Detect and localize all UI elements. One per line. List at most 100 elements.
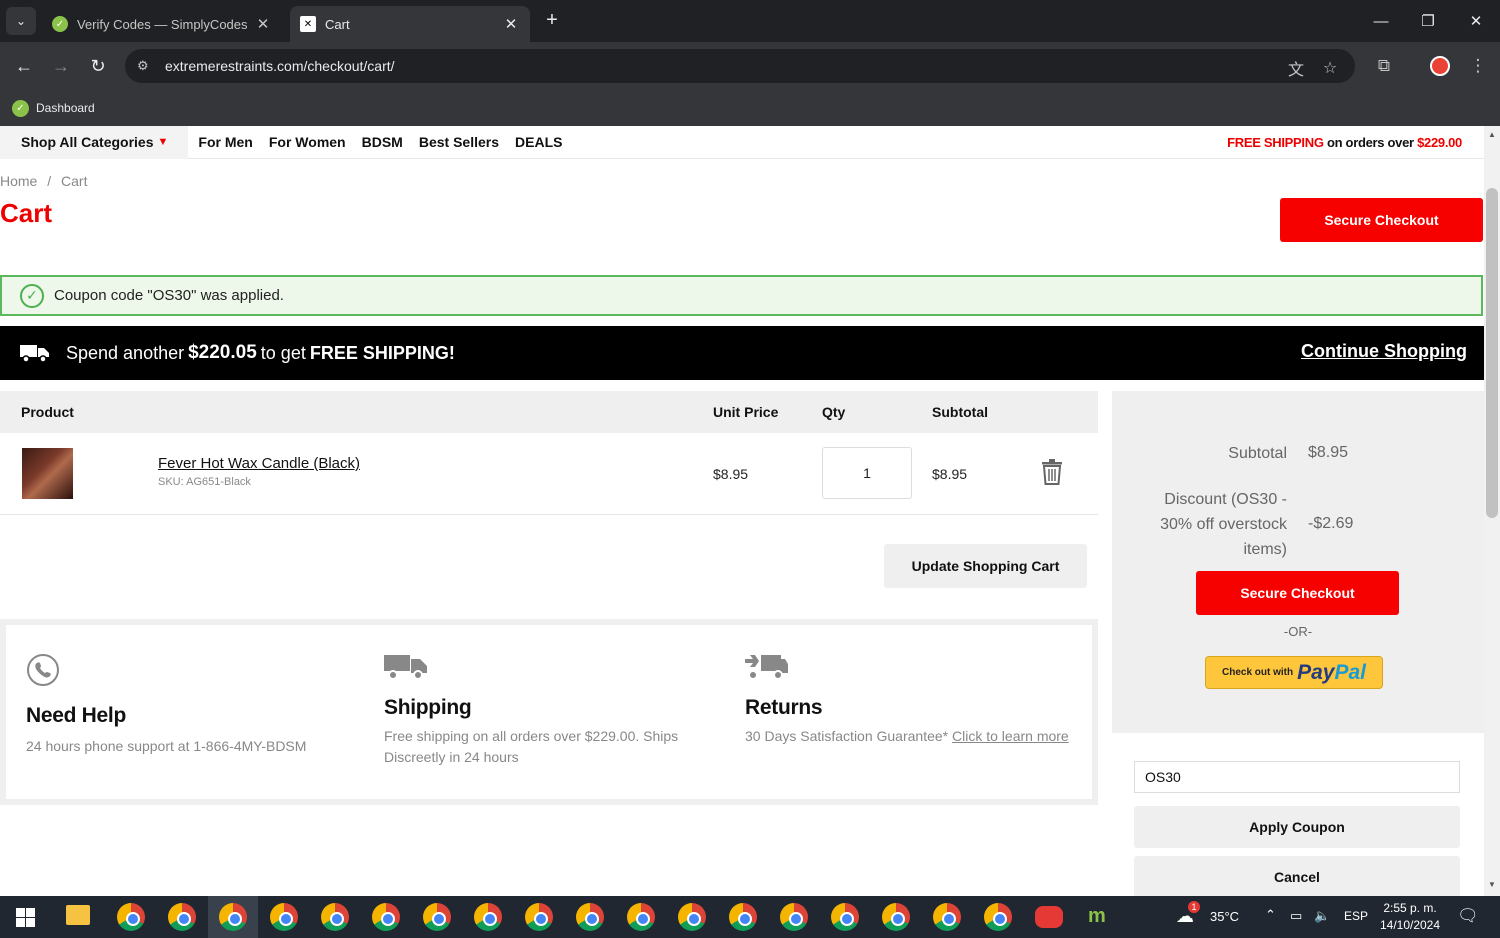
tab-search-button[interactable]: ⌄ <box>6 7 36 35</box>
shipping-text-line2: Discreetly in 24 hours <box>384 749 519 765</box>
chrome-profile-icon[interactable] <box>423 903 451 931</box>
returns-guarantee: 30 Days Satisfaction Guarantee* <box>745 728 949 744</box>
tab-title: Cart <box>325 16 350 32</box>
order-summary: Subtotal $8.95 Discount (OS30 - 30% off … <box>1112 391 1484 733</box>
page-scrollbar[interactable]: ▲ ▼ <box>1484 126 1500 896</box>
minimize-button[interactable]: — <box>1358 0 1404 42</box>
bookmark-dashboard[interactable]: Dashboard <box>36 101 95 115</box>
apply-coupon-button[interactable]: Apply Coupon <box>1134 806 1460 848</box>
secure-checkout-button-side[interactable]: Secure Checkout <box>1196 571 1399 615</box>
cancel-coupon-button[interactable]: Cancel <box>1134 856 1460 896</box>
app-red-icon[interactable] <box>1035 906 1063 928</box>
info-panel: Need Help 24 hours phone support at 1-86… <box>6 625 1092 799</box>
back-button[interactable]: ← <box>12 54 36 78</box>
scroll-up-arrow-icon[interactable]: ▲ <box>1488 131 1496 139</box>
app-m-icon[interactable]: m <box>1088 905 1106 928</box>
chrome-profile-icon[interactable] <box>729 903 757 931</box>
forward-button[interactable]: → <box>49 54 73 78</box>
weather-temp[interactable]: 35°C <box>1210 909 1239 924</box>
taskbar-clock[interactable]: 2:55 p. m. 14/10/2024 <box>1377 900 1443 934</box>
clock-date: 14/10/2024 <box>1379 918 1441 932</box>
chrome-profile-icon[interactable] <box>780 903 808 931</box>
nav-deals[interactable]: DEALS <box>515 134 562 150</box>
chrome-profile-icon[interactable] <box>168 903 196 931</box>
network-icon[interactable]: ▭ <box>1290 908 1302 924</box>
chrome-profile-icon[interactable] <box>831 903 859 931</box>
secure-checkout-button-top[interactable]: Secure Checkout <box>1280 198 1483 242</box>
chrome-profile-icon[interactable] <box>117 903 145 931</box>
tab-strip: ⌄ ✓ Verify Codes — SimplyCodes ✕ ✕ Cart … <box>0 0 1500 42</box>
close-tab-icon[interactable]: ✕ <box>254 15 272 33</box>
chrome-profile-icon[interactable] <box>525 903 553 931</box>
chrome-profile-icon[interactable] <box>933 903 961 931</box>
browser-toolbar: ← → ↻ ⚙ extremerestraints.com/checkout/c… <box>0 42 1500 90</box>
chrome-profile-icon[interactable] <box>627 903 655 931</box>
close-window-button[interactable]: ✕ <box>1453 0 1499 42</box>
continue-shopping-link[interactable]: Continue Shopping <box>1301 341 1467 362</box>
chrome-profile-icon[interactable] <box>270 903 298 931</box>
scroll-thumb[interactable] <box>1486 188 1498 518</box>
paypal-checkout-button[interactable]: Check out with Pay Pal <box>1205 656 1383 689</box>
tab-verify-codes[interactable]: ✓ Verify Codes — SimplyCodes ✕ <box>42 6 282 42</box>
shipping-text-line1: Free shipping on all orders over $229.00… <box>384 728 679 744</box>
nav-bdsm[interactable]: BDSM <box>362 134 403 150</box>
windows-start-icon[interactable] <box>16 908 35 927</box>
restore-button[interactable]: ❐ <box>1405 0 1451 42</box>
chrome-profile-icon[interactable] <box>321 903 349 931</box>
menu-kebab-icon[interactable]: ⋮ <box>1466 54 1490 78</box>
file-explorer-icon[interactable] <box>66 905 90 925</box>
nav-best-sellers[interactable]: Best Sellers <box>419 134 499 150</box>
tab-cart[interactable]: ✕ Cart ✕ <box>290 6 530 42</box>
breadcrumb-home[interactable]: Home <box>0 173 37 189</box>
returns-text: 30 Days Satisfaction Guarantee* Click to… <box>745 726 1085 747</box>
new-tab-button[interactable]: + <box>541 10 563 32</box>
chrome-profile-icon[interactable] <box>984 903 1012 931</box>
spend-amount: $220.05 <box>188 342 257 363</box>
help-title: Need Help <box>26 704 126 727</box>
tray-chevron-up-icon[interactable]: ⌃ <box>1265 907 1276 923</box>
trash-icon[interactable] <box>1041 459 1063 485</box>
product-sku: SKU: AG651-Black <box>158 476 251 488</box>
summary-subtotal-value: $8.95 <box>1308 444 1349 461</box>
chrome-profile-icon[interactable] <box>474 903 502 931</box>
bookmarks-bar: ✓ Dashboard <box>0 90 1500 126</box>
quantity-input[interactable]: 1 <box>822 447 912 499</box>
chrome-profile-icon[interactable] <box>372 903 400 931</box>
free-shipping-amount: $229.00 <box>1417 135 1462 150</box>
chrome-profile-icon[interactable] <box>219 903 247 931</box>
coupon-section: OS30 Apply Coupon Cancel <box>1118 733 1484 896</box>
volume-icon[interactable]: 🔈 <box>1314 908 1330 924</box>
coupon-code-input[interactable]: OS30 <box>1134 761 1460 793</box>
extensions-icon[interactable]: ⧉ <box>1372 54 1396 78</box>
product-name-link[interactable]: Fever Hot Wax Candle (Black) <box>158 455 360 472</box>
shop-all-categories-menu[interactable]: Shop All Categories ▼ <box>0 126 189 159</box>
reload-button[interactable]: ↻ <box>86 54 110 78</box>
spend-text: Spend another <box>66 342 185 363</box>
check-circle-icon: ✓ <box>20 283 44 308</box>
close-tab-icon[interactable]: ✕ <box>502 15 520 33</box>
site-info-icon[interactable]: ⚙ <box>137 58 153 74</box>
chrome-profile-icon[interactable] <box>882 903 910 931</box>
product-thumbnail[interactable] <box>22 448 73 499</box>
translate-icon[interactable]: 文 <box>1285 57 1307 79</box>
chrome-profile-icon[interactable] <box>576 903 604 931</box>
bookmark-star-icon[interactable]: ☆ <box>1319 57 1341 79</box>
nav-for-men[interactable]: For Men <box>198 134 252 150</box>
address-bar[interactable]: ⚙ extremerestraints.com/checkout/cart/ 文… <box>125 49 1355 83</box>
shipping-truck-icon <box>384 655 427 680</box>
notification-icon[interactable]: 🗨 <box>1457 906 1479 926</box>
profile-avatar[interactable] <box>1430 56 1450 76</box>
discount-line3: items) <box>1243 541 1287 558</box>
scroll-down-arrow-icon[interactable]: ▼ <box>1488 881 1496 889</box>
browser-chrome: ⌄ ✓ Verify Codes — SimplyCodes ✕ ✕ Cart … <box>0 0 1500 126</box>
weather-badge: 1 <box>1188 901 1200 913</box>
update-cart-button[interactable]: Update Shopping Cart <box>884 544 1087 588</box>
language-indicator[interactable]: ESP <box>1344 909 1368 923</box>
chrome-profile-icon[interactable] <box>678 903 706 931</box>
discount-line2: 30% off overstock <box>1160 516 1287 533</box>
nav-for-women[interactable]: For Women <box>269 134 346 150</box>
coupon-success-message: ✓ Coupon code "OS30" was applied. <box>0 275 1483 316</box>
header-qty: Qty <box>822 404 846 420</box>
learn-more-link[interactable]: Click to learn more <box>952 728 1069 744</box>
tab-title: Verify Codes — SimplyCodes <box>77 16 248 32</box>
